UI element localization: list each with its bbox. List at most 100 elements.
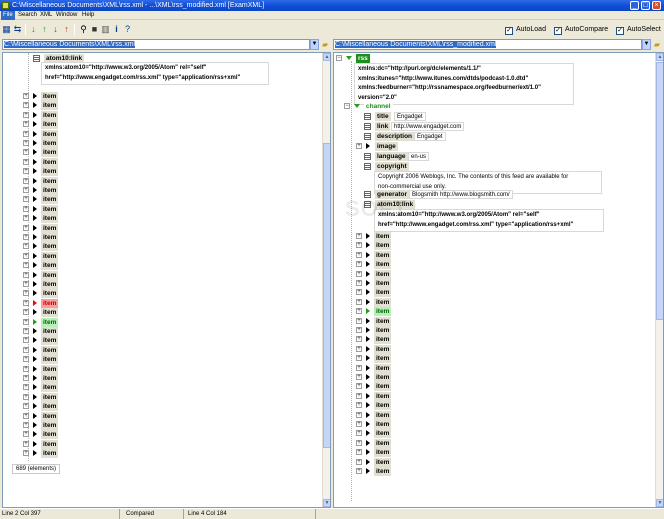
left-path-dropdown[interactable]: ▼: [310, 39, 319, 50]
menu-window[interactable]: Window: [54, 11, 79, 20]
expand-icon[interactable]: +: [23, 93, 29, 99]
expand-icon[interactable]: +: [356, 468, 362, 474]
expand-icon[interactable]: +: [23, 243, 29, 250]
info-icon[interactable]: i: [112, 24, 121, 34]
next-change-icon[interactable]: ↓: [51, 24, 60, 34]
open-files-icon[interactable]: ▦: [2, 24, 11, 34]
save-icon[interactable]: ■: [90, 24, 99, 34]
expand-icon[interactable]: +: [356, 374, 362, 380]
expand-icon[interactable]: +: [23, 252, 29, 259]
expand-icon[interactable]: +: [23, 318, 29, 325]
expand-icon[interactable]: +: [23, 224, 29, 231]
expand-icon[interactable]: +: [23, 205, 29, 212]
expand-icon[interactable]: +: [23, 187, 29, 193]
expand-icon[interactable]: +: [23, 168, 29, 175]
scroll-down-arrow-icon[interactable]: ▼: [323, 499, 330, 507]
expand-icon[interactable]: +: [23, 102, 29, 109]
expand-icon[interactable]: +: [23, 111, 29, 118]
help-icon[interactable]: ?: [123, 24, 132, 34]
expand-icon[interactable]: +: [356, 308, 362, 315]
expand-icon[interactable]: +: [23, 130, 29, 137]
left-scroll-thumb[interactable]: [323, 143, 330, 448]
expand-icon[interactable]: +: [23, 215, 29, 222]
expand-icon[interactable]: +: [23, 290, 29, 297]
expand-icon[interactable]: +: [356, 270, 362, 277]
expand-icon[interactable]: +: [23, 299, 29, 306]
expand-icon[interactable]: +: [23, 337, 29, 344]
next-difference-icon[interactable]: ↓: [29, 24, 38, 34]
expand-icon[interactable]: +: [356, 411, 362, 418]
previous-difference-icon[interactable]: ↑: [40, 24, 49, 34]
expand-icon[interactable]: +: [23, 375, 29, 381]
expand-icon[interactable]: +: [23, 346, 29, 353]
minimize-button[interactable]: _: [630, 1, 639, 10]
expand-icon[interactable]: +: [356, 345, 362, 352]
close-button[interactable]: ×: [652, 1, 661, 10]
find-icon[interactable]: ⚲: [79, 24, 88, 34]
expand-icon[interactable]: +: [23, 450, 29, 457]
expand-icon[interactable]: +: [356, 280, 362, 286]
expand-icon[interactable]: +: [356, 421, 362, 427]
expand-icon[interactable]: +: [356, 242, 362, 249]
expand-icon[interactable]: +: [23, 140, 29, 146]
grid-icon[interactable]: ▥: [101, 24, 110, 34]
menu-search[interactable]: Search: [16, 11, 39, 20]
expand-icon[interactable]: +: [23, 309, 29, 316]
right-scroll-thumb[interactable]: [656, 62, 663, 320]
previous-change-icon[interactable]: ↑: [62, 24, 71, 34]
expand-icon[interactable]: +: [23, 393, 29, 400]
maximize-button[interactable]: □: [641, 1, 650, 10]
expand-icon[interactable]: +: [23, 196, 29, 203]
collapse-icon[interactable]: −: [336, 55, 342, 61]
expand-icon[interactable]: +: [23, 422, 29, 428]
expand-icon[interactable]: +: [356, 233, 362, 239]
menu-help[interactable]: Help: [80, 11, 96, 20]
expand-icon[interactable]: +: [23, 177, 29, 184]
collapse-icon[interactable]: −: [344, 103, 350, 109]
menu-file[interactable]: File: [1, 11, 15, 20]
expand-icon[interactable]: +: [356, 327, 362, 333]
expand-icon[interactable]: +: [23, 121, 29, 128]
expand-icon[interactable]: +: [23, 271, 29, 278]
expand-icon[interactable]: +: [23, 262, 29, 269]
right-open-folder-icon[interactable]: ▰: [652, 39, 662, 50]
scroll-up-arrow-icon[interactable]: ▲: [656, 53, 663, 61]
left-tree-pane[interactable]: atom10:link xmlns:atom10="http://www.w3.…: [2, 52, 331, 508]
expand-icon[interactable]: +: [356, 402, 362, 409]
right-tree-pane[interactable]: − rss xmlns:dc="http://purl.org/dc/eleme…: [333, 52, 664, 508]
expand-icon[interactable]: +: [356, 143, 362, 149]
expand-icon[interactable]: +: [356, 317, 362, 324]
left-scrollbar[interactable]: ▲ ▼: [322, 53, 330, 507]
expand-icon[interactable]: +: [356, 449, 362, 456]
expand-icon[interactable]: +: [356, 383, 362, 390]
expand-icon[interactable]: +: [23, 234, 29, 240]
right-scrollbar[interactable]: ▲ ▼: [655, 53, 663, 507]
autocompare-checkbox[interactable]: ✓ AutoCompare: [554, 25, 608, 35]
expand-icon[interactable]: +: [23, 384, 29, 391]
expand-icon[interactable]: +: [23, 281, 29, 287]
expand-icon[interactable]: +: [356, 439, 362, 446]
left-path-input[interactable]: C:\Miscellaneous Documents\XML\rss.xml: [2, 39, 310, 50]
compare-icon[interactable]: ⇆: [13, 24, 22, 34]
expand-icon[interactable]: +: [356, 364, 362, 371]
expand-icon[interactable]: +: [356, 298, 362, 305]
right-path-input[interactable]: C:\Miscellaneous Documents\XML\rss_modif…: [333, 39, 642, 50]
scroll-down-arrow-icon[interactable]: ▼: [656, 499, 663, 507]
menu-xml[interactable]: XML: [38, 11, 54, 20]
expand-icon[interactable]: +: [23, 149, 29, 156]
expand-icon[interactable]: +: [23, 328, 29, 334]
autoselect-checkbox[interactable]: ✓ AutoSelect: [616, 25, 661, 35]
scroll-up-arrow-icon[interactable]: ▲: [323, 53, 330, 61]
expand-icon[interactable]: +: [23, 158, 29, 165]
expand-icon[interactable]: +: [356, 336, 362, 343]
left-open-folder-icon[interactable]: ▰: [320, 39, 330, 50]
expand-icon[interactable]: +: [356, 430, 362, 437]
expand-icon[interactable]: +: [356, 458, 362, 465]
expand-icon[interactable]: +: [356, 289, 362, 296]
expand-icon[interactable]: +: [23, 403, 29, 410]
autoload-checkbox[interactable]: ✓ AutoLoad: [505, 25, 546, 35]
expand-icon[interactable]: +: [356, 251, 362, 258]
expand-icon[interactable]: +: [23, 431, 29, 438]
expand-icon[interactable]: +: [23, 356, 29, 363]
right-path-dropdown[interactable]: ▼: [642, 39, 651, 50]
